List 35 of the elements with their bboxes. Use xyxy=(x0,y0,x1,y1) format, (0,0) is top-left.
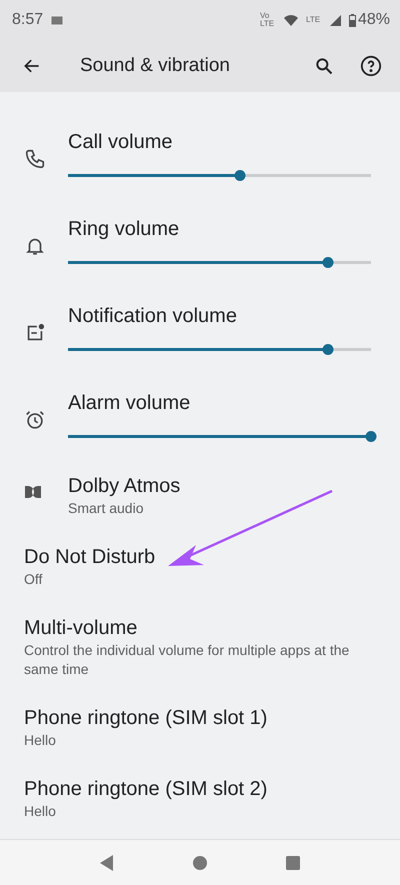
setting-summary: Hello xyxy=(24,731,57,750)
clock-time: 8:57 xyxy=(12,11,44,29)
volume-label: Notification volume xyxy=(68,304,238,328)
setting-title[interactable]: Phone ringtone (SIM slot 1) xyxy=(24,705,268,731)
setting-title[interactable]: Multi-volume xyxy=(24,615,376,641)
search-icon xyxy=(314,56,334,76)
volume-label: Ring volume xyxy=(68,217,180,241)
setting-summary: Hello xyxy=(24,802,57,821)
setting-title[interactable]: Do Not Disturb xyxy=(24,544,156,570)
phone-icon xyxy=(24,148,46,170)
battery-icon xyxy=(348,14,356,26)
setting-summary: Control the individual volume for multiple apps at the same time xyxy=(24,641,350,679)
triangle-back-icon xyxy=(100,854,114,870)
home-circle-icon xyxy=(192,856,207,870)
volume-label: Alarm volume xyxy=(68,391,192,415)
lte-indicator: LTE xyxy=(306,16,322,24)
setting-title[interactable]: Dolby Atmos xyxy=(68,473,180,499)
dolby-icon xyxy=(24,485,42,499)
battery-percentage: 48% xyxy=(358,11,390,29)
slider-thumb[interactable] xyxy=(322,344,334,355)
sim-card-icon xyxy=(51,16,64,24)
setting-title[interactable]: Phone ringtone (SIM slot 2) xyxy=(24,776,268,802)
slider-thumb[interactable] xyxy=(234,170,246,181)
setting-summary: Smart audio xyxy=(68,499,144,518)
page-title: Sound & vibration xyxy=(80,55,231,77)
recents-square-icon xyxy=(286,856,300,870)
alarm-clock-icon xyxy=(24,409,46,431)
slider-thumb[interactable] xyxy=(365,431,376,442)
help-icon xyxy=(360,55,382,77)
volte-indicator: Vo LTE xyxy=(260,12,276,28)
wifi-icon xyxy=(284,14,298,26)
signal-icon xyxy=(330,14,341,26)
volume-label: Call volume xyxy=(68,130,174,154)
setting-summary: Off xyxy=(24,570,44,589)
slider-thumb[interactable] xyxy=(322,257,334,268)
